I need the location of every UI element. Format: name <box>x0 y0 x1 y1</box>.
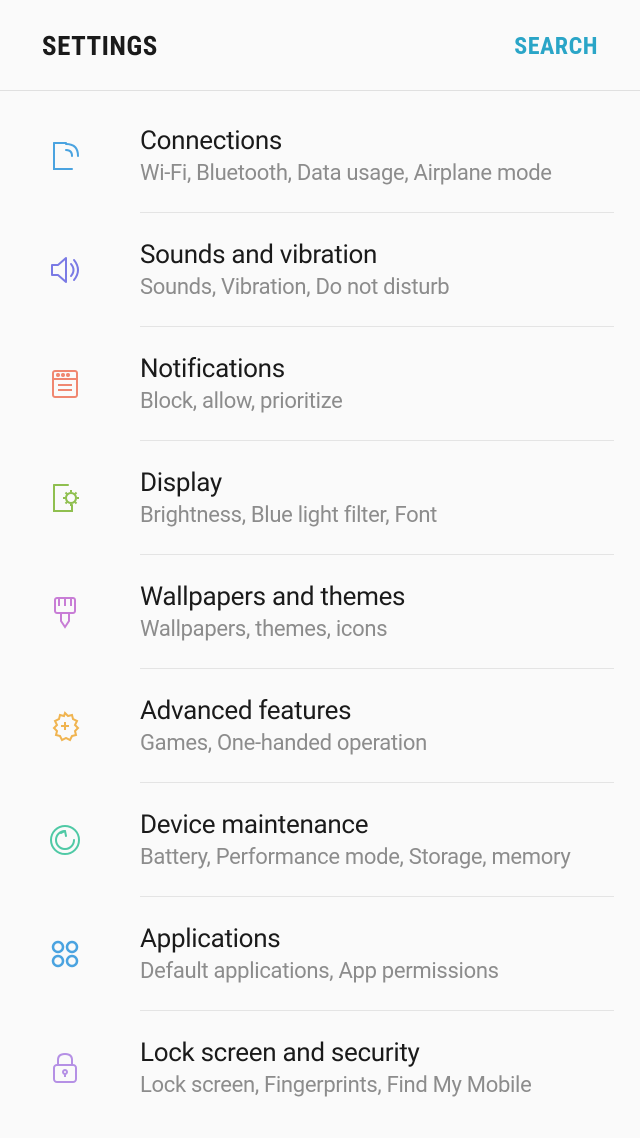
item-text: Advanced features Games, One-handed oper… <box>140 696 614 756</box>
connections-icon <box>44 135 86 177</box>
item-text: Connections Wi-Fi, Bluetooth, Data usage… <box>140 126 614 186</box>
search-button[interactable]: SEARCH <box>514 32 598 60</box>
item-subtitle: Lock screen, Fingerprints, Find My Mobil… <box>140 1073 614 1098</box>
settings-item-advanced[interactable]: Advanced features Games, One-handed oper… <box>140 669 614 783</box>
settings-item-connections[interactable]: Connections Wi-Fi, Bluetooth, Data usage… <box>140 99 614 213</box>
settings-item-display[interactable]: Display Brightness, Blue light filter, F… <box>140 441 614 555</box>
notifications-icon <box>44 363 86 405</box>
lock-icon <box>44 1047 86 1089</box>
advanced-icon <box>44 705 86 747</box>
item-subtitle: Sounds, Vibration, Do not disturb <box>140 275 614 300</box>
item-subtitle: Wi-Fi, Bluetooth, Data usage, Airplane m… <box>140 161 614 186</box>
item-title: Connections <box>140 126 614 156</box>
settings-list: Connections Wi-Fi, Bluetooth, Data usage… <box>0 91 640 1125</box>
item-text: Sounds and vibration Sounds, Vibration, … <box>140 240 614 300</box>
header: SETTINGS SEARCH <box>0 0 640 91</box>
item-title: Applications <box>140 924 614 954</box>
item-subtitle: Games, One-handed operation <box>140 731 614 756</box>
item-subtitle: Block, allow, prioritize <box>140 389 614 414</box>
apps-icon <box>44 933 86 975</box>
item-title: Notifications <box>140 354 614 384</box>
settings-item-lockscreen[interactable]: Lock screen and security Lock screen, Fi… <box>140 1011 614 1125</box>
item-text: Applications Default applications, App p… <box>140 924 614 984</box>
display-icon <box>44 477 86 519</box>
item-title: Advanced features <box>140 696 614 726</box>
settings-item-notifications[interactable]: Notifications Block, allow, prioritize <box>140 327 614 441</box>
item-text: Display Brightness, Blue light filter, F… <box>140 468 614 528</box>
page-title: SETTINGS <box>42 30 158 62</box>
item-text: Device maintenance Battery, Performance … <box>140 810 614 870</box>
item-subtitle: Battery, Performance mode, Storage, memo… <box>140 845 614 870</box>
item-title: Wallpapers and themes <box>140 582 614 612</box>
item-subtitle: Wallpapers, themes, icons <box>140 617 614 642</box>
sound-icon <box>44 249 86 291</box>
settings-item-wallpapers[interactable]: Wallpapers and themes Wallpapers, themes… <box>140 555 614 669</box>
item-text: Wallpapers and themes Wallpapers, themes… <box>140 582 614 642</box>
maintenance-icon <box>44 819 86 861</box>
item-text: Notifications Block, allow, prioritize <box>140 354 614 414</box>
settings-item-sounds[interactable]: Sounds and vibration Sounds, Vibration, … <box>140 213 614 327</box>
settings-item-applications[interactable]: Applications Default applications, App p… <box>140 897 614 1011</box>
wallpaper-icon <box>44 591 86 633</box>
item-subtitle: Default applications, App permissions <box>140 959 614 984</box>
settings-item-maintenance[interactable]: Device maintenance Battery, Performance … <box>140 783 614 897</box>
item-text: Lock screen and security Lock screen, Fi… <box>140 1038 614 1098</box>
item-title: Device maintenance <box>140 810 614 840</box>
item-title: Display <box>140 468 614 498</box>
item-title: Lock screen and security <box>140 1038 614 1068</box>
item-title: Sounds and vibration <box>140 240 614 270</box>
item-subtitle: Brightness, Blue light filter, Font <box>140 503 614 528</box>
